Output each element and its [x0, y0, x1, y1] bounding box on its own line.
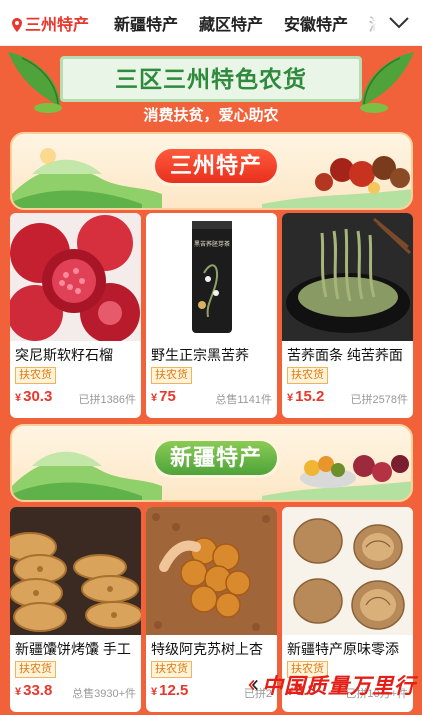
sold-count: 总售1141件: [215, 394, 272, 406]
category-tab-bar: 三州特产 新疆特产 藏区特产 安徽特产 湖: [0, 0, 422, 46]
product-price: ¥33.8: [15, 682, 53, 699]
product-image: [10, 213, 141, 341]
fupin-tag: 扶农货: [15, 367, 56, 384]
product-name: 野生正宗黑苦荞: [151, 347, 249, 363]
location-pin-icon: [12, 18, 22, 32]
chevron-down-icon: [389, 17, 409, 29]
banner-title: 三区三州特色农货: [115, 66, 307, 92]
tab-xinjiang[interactable]: 新疆特产: [114, 11, 178, 35]
sold-count: 总售3930+件: [72, 688, 136, 700]
product-card[interactable]: 黑苦荞胚芽茶 野生正宗黑苦荞 扶农货 ¥75 总售1141件: [146, 213, 277, 418]
fupin-tag: 扶农货: [151, 661, 192, 678]
watermark-text: 中国质量万里行: [262, 673, 416, 698]
product-name: 特级阿克苏树上杏: [151, 641, 263, 657]
section-title: 新疆特产: [152, 438, 280, 478]
watermark: 中国质量万里行: [248, 668, 416, 702]
fupin-tag: 扶农货: [287, 367, 328, 384]
product-card[interactable]: 新疆馕饼烤馕 手工 扶农货 ¥33.8 总售3930+件: [10, 507, 141, 712]
section-header-xinjiang: 新疆特产: [10, 424, 413, 502]
product-name: 新疆特产原味零添: [287, 641, 399, 657]
tab-label: 藏区特产: [199, 17, 264, 34]
product-price: ¥75: [151, 388, 176, 405]
package-text: 黑苦荞胚芽茶: [194, 242, 230, 248]
tab-label: 新疆特产: [114, 17, 179, 34]
product-image: [282, 507, 413, 635]
more-tabs-button[interactable]: [358, 0, 422, 45]
product-name: 苦荞面条 纯苦荞面: [287, 347, 403, 363]
product-card[interactable]: 苦荞面条 纯苦荞面 扶农货 ¥15.2 已拼2578件: [282, 213, 413, 418]
tab-zangqu[interactable]: 藏区特产: [199, 11, 263, 35]
section-header-sanzhou: 三州特产: [10, 132, 413, 210]
product-name: 新疆馕饼烤馕 手工: [15, 641, 131, 657]
promo-banner: 三区三州特色农货 消费扶贫，爱心助农: [0, 46, 422, 130]
banner-title-board: 三区三州特色农货: [60, 56, 362, 102]
banner-subtitle: 消费扶贫，爱心助农: [143, 107, 279, 124]
tab-label: 三州特产: [25, 17, 90, 34]
fupin-tag: 扶农货: [15, 661, 56, 678]
fupin-tag: 扶农货: [151, 367, 192, 384]
watermark-logo-icon: [248, 679, 258, 691]
tab-sanzhou[interactable]: 三州特产: [12, 11, 89, 35]
product-price: ¥15.2: [287, 388, 325, 405]
sold-count: 已拼2578件: [350, 394, 408, 406]
product-name: 突尼斯软籽石榴: [15, 347, 113, 363]
tab-label: 安徽特产: [284, 17, 349, 34]
product-image: [282, 213, 413, 341]
tab-anhui[interactable]: 安徽特产: [284, 11, 348, 35]
sold-count: 已拼1386件: [78, 394, 136, 406]
product-price: ¥30.3: [15, 388, 53, 405]
product-image: [146, 507, 277, 635]
product-price: ¥12.5: [151, 682, 189, 699]
product-image: 黑苦荞胚芽茶: [146, 213, 277, 341]
section-title: 三州特产: [152, 146, 280, 186]
product-card[interactable]: 突尼斯软籽石榴 扶农货 ¥30.3 已拼1386件: [10, 213, 141, 418]
product-image: [10, 507, 141, 635]
